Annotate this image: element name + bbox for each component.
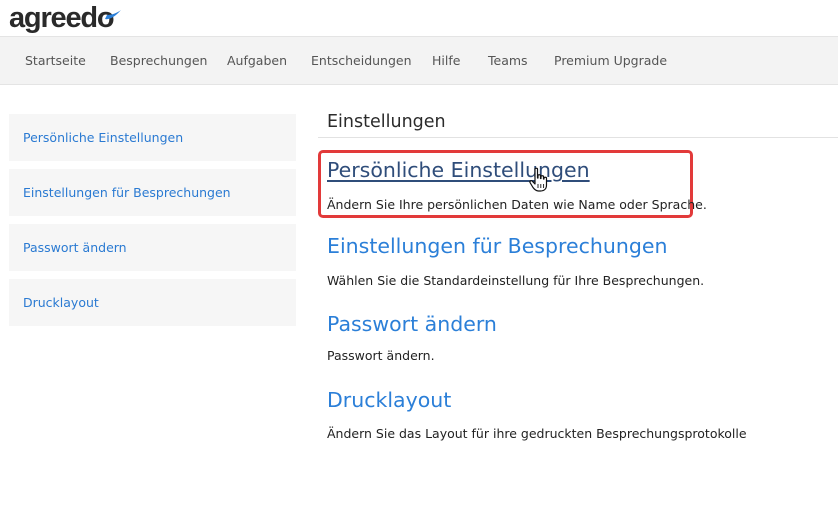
nav-item-startseite[interactable]: Startseite	[25, 53, 86, 68]
section-desc-persoenliche-einstellungen: Ändern Sie Ihre persönlichen Daten wie N…	[327, 197, 707, 212]
sidebar-item-drucklayout[interactable]: Drucklayout	[9, 279, 296, 326]
section-link-persoenliche-einstellungen[interactable]: Persönliche Einstellungen	[327, 158, 590, 182]
logo[interactable]: agreedo	[9, 2, 115, 34]
nav-item-premium-upgrade[interactable]: Premium Upgrade	[554, 53, 667, 68]
section-desc-besprechungs-einstellungen: Wählen Sie die Standardeinstellung für I…	[327, 273, 705, 288]
nav-item-hilfe[interactable]: Hilfe	[432, 53, 460, 68]
nav-item-entscheidungen[interactable]: Entscheidungen	[311, 53, 412, 68]
nav-item-besprechungen[interactable]: Besprechungen	[110, 53, 207, 68]
page-title: Einstellungen	[327, 112, 446, 132]
hand-cursor-icon	[529, 167, 548, 192]
sidebar-item-besprechungs-einstellungen[interactable]: Einstellungen für Besprechungen	[9, 169, 296, 216]
section-link-passwort-aendern[interactable]: Passwort ändern	[327, 312, 497, 336]
title-divider	[318, 137, 838, 138]
logo-text: agreedo	[9, 2, 115, 34]
nav-item-aufgaben[interactable]: Aufgaben	[227, 53, 287, 68]
nav-item-teams[interactable]: Teams	[488, 53, 528, 68]
section-desc-drucklayout: Ändern Sie das Layout für ihre gedruckte…	[327, 426, 747, 441]
top-bar: agreedo	[0, 0, 838, 36]
main-navigation: Startseite Besprechungen Aufgaben Entsch…	[0, 36, 838, 85]
section-link-drucklayout[interactable]: Drucklayout	[327, 388, 451, 412]
swoosh-icon	[105, 10, 121, 20]
section-link-besprechungs-einstellungen[interactable]: Einstellungen für Besprechungen	[327, 234, 667, 258]
sidebar-item-passwort-aendern[interactable]: Passwort ändern	[9, 224, 296, 271]
sidebar-item-persoenliche-einstellungen[interactable]: Persönliche Einstellungen	[9, 114, 296, 161]
section-desc-passwort-aendern: Passwort ändern.	[327, 348, 435, 363]
